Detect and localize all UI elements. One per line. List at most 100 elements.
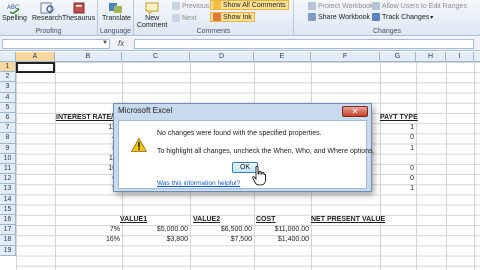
allow-users-icon (372, 2, 380, 10)
row-header[interactable]: 12 (0, 174, 16, 185)
cell-interest-header[interactable]: INTEREST RATE/Y (56, 113, 118, 123)
cell-npv-header[interactable]: NET PRESENT VALUE (311, 215, 385, 225)
show-ink-icon (213, 13, 221, 21)
close-button[interactable]: ✕ (342, 106, 368, 117)
share-workbook-icon (308, 13, 316, 21)
previous-comment-button[interactable]: Previous (170, 1, 211, 11)
show-ink-label: Show Ink (223, 13, 252, 21)
show-all-comments-button[interactable]: Show All Comments (210, 0, 289, 10)
cell-cost[interactable]: $11,000.00 (254, 225, 309, 235)
row-header[interactable]: 16 (0, 215, 16, 226)
show-all-comments-icon (213, 1, 221, 9)
show-ink-button[interactable]: Show Ink (210, 12, 255, 22)
column-header-a[interactable]: A (16, 52, 55, 62)
language-group-label: Language (99, 28, 132, 35)
row-header[interactable]: 17 (0, 225, 16, 236)
dialog-message-2: To highlight all changes, uncheck the Wh… (157, 148, 375, 155)
column-header-e[interactable]: E (254, 52, 311, 62)
row-header[interactable]: 11 (0, 164, 16, 175)
column-header-g[interactable]: G (380, 52, 416, 62)
changes-group-label: Changes (372, 28, 402, 35)
comments-group: New Comment Previous Next Show All Comme… (134, 0, 294, 36)
cell-payt[interactable]: 1 (400, 123, 414, 133)
row-header[interactable]: 9 (0, 143, 16, 154)
column-header-b[interactable]: B (55, 52, 122, 62)
next-icon (172, 14, 180, 22)
row-header[interactable]: 5 (0, 102, 16, 113)
formula-input[interactable] (134, 39, 474, 49)
new-comment-button[interactable]: New Comment (137, 2, 167, 29)
cell-value2[interactable]: $6,500.00 (196, 225, 252, 235)
research-icon (39, 2, 55, 14)
cell-cost-header[interactable]: COST (256, 215, 275, 225)
formula-bar: ▼ fx (0, 37, 480, 51)
dialog-title: Microsoft Excel (118, 106, 173, 115)
cell-payt[interactable]: 0 (400, 164, 414, 174)
allow-users-button[interactable]: Allow Users to Edit Ranges (370, 1, 469, 11)
help-link[interactable]: Was this information helpful? (157, 180, 240, 187)
row-header[interactable]: 3 (0, 82, 16, 93)
row-header[interactable]: 10 (0, 153, 16, 164)
protect-workbook-button[interactable]: Protect Workbook (306, 1, 376, 11)
row-header[interactable]: 6 (0, 113, 16, 124)
language-group: Translate Language (98, 0, 134, 36)
select-all-corner[interactable] (0, 52, 16, 62)
column-header-c[interactable]: C (122, 52, 190, 62)
new-comment-icon (144, 2, 160, 16)
row-header[interactable]: 7 (0, 123, 16, 134)
cell-payt[interactable]: 0 (400, 174, 414, 184)
research-button[interactable]: Research (32, 2, 62, 22)
cell-payt-type-header[interactable]: PAYT TYPE (380, 113, 418, 123)
column-header-h[interactable]: H (416, 52, 446, 62)
column-header-d[interactable]: D (190, 52, 254, 62)
name-box[interactable]: ▼ (2, 39, 110, 49)
proofing-group: ABC Spelling Research Thesaurus Proofing (0, 0, 98, 36)
track-changes-label: Track Changes (382, 14, 433, 21)
name-box-dropdown-icon[interactable]: ▼ (102, 40, 108, 46)
changes-group: Protect Workbook Share Workbook Allow Us… (294, 0, 480, 36)
row-header[interactable]: 14 (0, 194, 16, 205)
row-header[interactable]: 2 (0, 72, 16, 83)
dialog-body: No changes were found with the specified… (118, 120, 375, 189)
thesaurus-button[interactable]: Thesaurus (62, 2, 95, 22)
translate-label: Translate (102, 15, 131, 22)
row-header[interactable]: 1 (0, 62, 16, 73)
track-changes-icon (372, 13, 380, 21)
cell-value2-header[interactable]: VALUE2 (193, 215, 220, 225)
translate-icon (108, 2, 124, 14)
row-header[interactable]: 18 (0, 235, 16, 246)
column-header-i[interactable]: I (446, 52, 474, 62)
cell-payt[interactable]: 1 (400, 144, 414, 154)
fx-label[interactable]: fx (118, 39, 124, 48)
gridline (416, 62, 417, 270)
cell-value1[interactable]: $5,000.00 (130, 225, 188, 235)
dialog-message-1: No changes were found with the specified… (157, 130, 322, 137)
next-comment-button[interactable]: Next (170, 13, 198, 23)
cell-payt[interactable]: 1 (400, 184, 414, 194)
column-header-f[interactable]: F (311, 52, 380, 62)
active-cell-a1[interactable] (16, 62, 55, 73)
row-header[interactable]: 4 (0, 92, 16, 103)
track-changes-button[interactable]: Track Changes (370, 12, 435, 22)
cell-value2[interactable]: $7,500 (196, 235, 252, 245)
row-header[interactable]: 19 (0, 245, 16, 256)
cell-rate[interactable]: 7% (80, 225, 120, 235)
cell-value1[interactable]: $3,800 (130, 235, 188, 245)
cell-payt[interactable]: 0 (400, 133, 414, 143)
share-workbook-button[interactable]: Share Workbook (306, 12, 372, 22)
changes-dialog: Microsoft Excel ✕ No changes were found … (113, 103, 375, 192)
spelling-label: Spelling (2, 15, 27, 22)
allow-users-label: Allow Users to Edit Ranges (382, 2, 467, 10)
cell-rate[interactable]: 16% (80, 235, 120, 245)
cell-cost[interactable]: $1,400.00 (254, 235, 309, 245)
spelling-button[interactable]: ABC Spelling (2, 2, 27, 22)
spelling-icon: ABC (6, 2, 22, 15)
cell-value1-header[interactable]: VALUE1 (120, 215, 147, 225)
translate-button[interactable]: Translate (102, 2, 131, 22)
row-header[interactable]: 13 (0, 184, 16, 195)
previous-label: Previous (182, 2, 210, 10)
gridline (446, 62, 447, 270)
row-header[interactable]: 15 (0, 204, 16, 215)
previous-icon (172, 2, 180, 10)
row-header[interactable]: 8 (0, 133, 16, 144)
